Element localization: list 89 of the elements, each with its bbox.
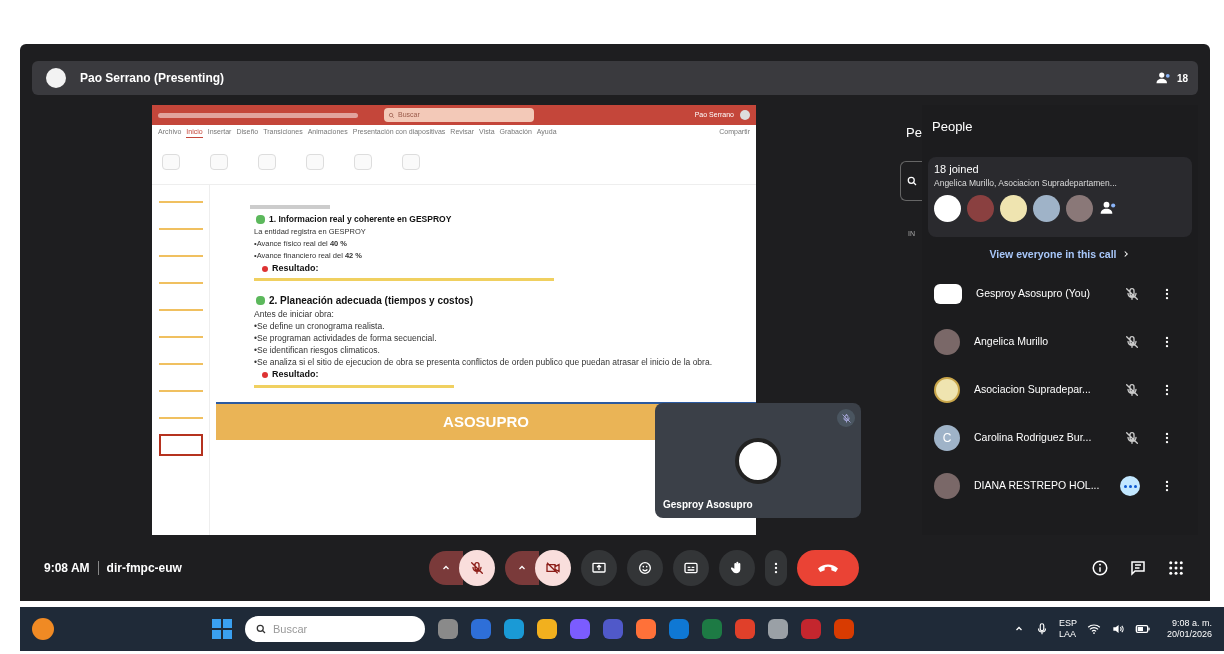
avatar: C: [934, 425, 960, 452]
speaker-icon: [1110, 622, 1125, 636]
participant-row[interactable]: Angelica Murillo: [922, 328, 1198, 357]
people-button[interactable]: 18: [1154, 69, 1188, 87]
participant-row[interactable]: C Carolina Rodriguez Bur...: [922, 424, 1198, 453]
end-call-button[interactable]: [796, 550, 859, 586]
avatar: [46, 68, 66, 88]
panel-title: People: [932, 118, 974, 136]
avatar: [1066, 194, 1093, 222]
app-icon[interactable]: [735, 619, 755, 639]
clock-date: 20/01/2026: [1166, 629, 1212, 640]
participant-name: DIANA RESTREPO HOL...: [974, 478, 1101, 494]
participant-row[interactable]: Asociacion Supradepar...: [922, 376, 1198, 405]
language-code: ESP: [1058, 618, 1077, 629]
joined-names: Angelica Murillo, Asociacion Supradepartamen...: [934, 177, 1118, 190]
apps-icon: [1167, 559, 1185, 577]
wifi-icon: [1086, 622, 1101, 636]
participant-count: 18: [1176, 71, 1188, 86]
camera-off-button[interactable]: [534, 550, 571, 586]
participant-row[interactable]: DIANA RESTREPO HOL...: [922, 472, 1198, 501]
participant-name: Gesproy Asosupro (You): [976, 286, 1091, 302]
captions-button[interactable]: [672, 550, 709, 586]
avatar: [934, 329, 960, 356]
captions-icon: [682, 560, 699, 576]
avatar: [740, 110, 750, 120]
keyboard-layout: LAA: [1058, 629, 1077, 640]
avatar: [934, 377, 960, 404]
presenter-name: Pao Serrano (Presenting): [80, 70, 225, 87]
bullet-text: •Se identifican riesgos climaticos.: [254, 344, 381, 357]
participant-name: Asociacion Supradepar...: [974, 382, 1092, 398]
app-icon[interactable]: [834, 619, 854, 639]
avatar: [934, 473, 960, 500]
reactions-button[interactable]: [626, 550, 663, 586]
section-heading: 2. Planeación adecuada (tiempos y costos): [269, 294, 473, 309]
app-icon[interactable]: [438, 619, 458, 639]
avatar: [934, 284, 962, 305]
banner-logo-text: ASOSUPRO: [443, 411, 529, 432]
emoji-icon: [636, 560, 653, 576]
app-icon[interactable]: [636, 619, 656, 639]
chat-icon: [1129, 559, 1147, 577]
start-button[interactable]: [212, 619, 232, 639]
participant-name: Angelica Murillo: [974, 334, 1050, 350]
avatar: [735, 437, 781, 484]
meeting-code: dir-fmpc-euw: [106, 560, 183, 577]
camera-off-icon: [544, 560, 561, 576]
search-icon: [905, 175, 918, 187]
search-icon: [388, 111, 395, 119]
avatar: [934, 194, 961, 222]
joined-count: 18 joined: [934, 161, 980, 177]
present-icon: [590, 560, 607, 576]
search-field[interactable]: Buscar: [245, 616, 425, 642]
check-icon: [256, 214, 265, 224]
participant-row[interactable]: Gesproy Asosupro (You): [922, 280, 1198, 309]
avatar: [967, 194, 994, 222]
search-icon: [255, 623, 267, 635]
clock-time: 9:08 a. m.: [1171, 618, 1212, 629]
options-button[interactable]: [504, 551, 539, 585]
search-placeholder: Buscar: [273, 621, 308, 637]
view-everyone-link[interactable]: View everyone in this call: [989, 246, 1131, 263]
app-icon[interactable]: [504, 619, 524, 639]
bullet-text: Antes de iniciar obra:: [254, 308, 335, 321]
tile-name: Gesproy Asosupro: [663, 498, 753, 512]
check-icon: [256, 296, 265, 306]
pin-icon: [262, 372, 268, 378]
bullet-text: •Se programan actividades de forma secuencial.: [254, 332, 438, 345]
app-icon[interactable]: [537, 619, 557, 639]
avatar: [1000, 194, 1027, 222]
clock-time: 9:08 AM: [44, 560, 90, 577]
app-icon[interactable]: [669, 619, 689, 639]
weather-icon[interactable]: [32, 618, 54, 640]
pin-icon: [262, 265, 268, 272]
section-heading: 1. Informacion real y coherente en GESPROY: [269, 213, 452, 226]
result-label: Resultado:: [272, 261, 319, 275]
raise-hand-button[interactable]: [718, 550, 755, 586]
bullet-text: •Se analiza si el sitio de ejecucion de obra se presenta conflictos de orden publico que puedan atrasar el inicio de la obra.: [254, 356, 714, 369]
bullet-text: •Se define un cronograma realista.: [254, 320, 386, 333]
present-button[interactable]: [580, 550, 617, 586]
mic-off-icon: [468, 560, 485, 576]
options-button[interactable]: [428, 551, 463, 585]
panel-title: Pe: [906, 124, 922, 142]
app-icon[interactable]: [570, 619, 590, 639]
avatar: [1033, 194, 1060, 222]
result-label: Resultado:: [272, 368, 319, 382]
app-icon[interactable]: [768, 619, 788, 639]
phone-icon: [817, 564, 838, 572]
info-icon: [1091, 559, 1109, 577]
slide-thumbnail[interactable]: [158, 434, 203, 456]
mic-off-button[interactable]: [458, 550, 495, 586]
participant-name: Carolina Rodriguez Bur...: [974, 430, 1093, 446]
